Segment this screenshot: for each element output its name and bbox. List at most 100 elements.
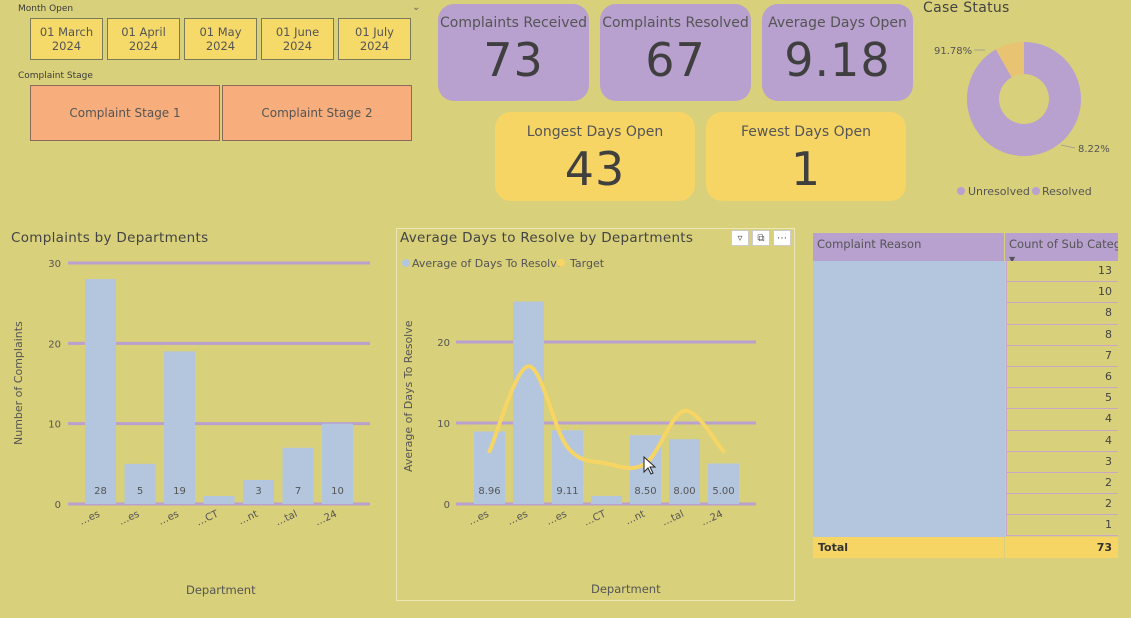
bar-data-label: 5.00 xyxy=(712,486,734,497)
kpi-complaints-resolved: Complaints Resolved 67 xyxy=(600,4,751,101)
kpi-value: 1 xyxy=(790,142,822,196)
month-button-june[interactable]: 01 June 2024 xyxy=(261,18,334,60)
table-row[interactable]: 13 xyxy=(1006,261,1118,283)
total-label: Total xyxy=(813,537,1005,558)
kpi-value: 67 xyxy=(645,33,706,87)
kpi-label: Complaints Received xyxy=(439,15,588,31)
kpi-complaints-received: Complaints Received 73 xyxy=(438,4,589,101)
legend-swatch-unresolved xyxy=(957,187,965,195)
legend-swatch-target xyxy=(557,259,565,267)
bar[interactable] xyxy=(124,463,156,504)
reason-column-cells xyxy=(813,261,1005,537)
avg-days-to-resolve-chart[interactable]: Average of Days To Resolve Target Averag… xyxy=(396,250,794,600)
x-tick-label: …tal xyxy=(274,509,299,529)
bar-data-label: 19 xyxy=(173,486,186,497)
x-tick-label: …es xyxy=(467,509,491,528)
stage-slicer: Complaint Stage 1 Complaint Stage 2 xyxy=(30,85,412,141)
x-tick-label: …es xyxy=(157,509,181,528)
table-row[interactable]: 5 xyxy=(1006,388,1118,410)
y-tick-label: 0 xyxy=(444,500,450,511)
y-tick-label: 30 xyxy=(48,259,61,270)
bar-data-label: 10 xyxy=(331,486,344,497)
bar-data-label: 8.50 xyxy=(634,486,656,497)
case-status-donut-chart[interactable]: 91.78% 8.22% Unresolved Resolved xyxy=(925,25,1125,205)
table-row[interactable]: 10 xyxy=(1006,282,1118,304)
donut-label-resolved: 8.22% xyxy=(1078,144,1110,155)
kpi-longest-days-open: Longest Days Open 43 xyxy=(495,112,695,201)
complaints-by-departments-chart[interactable]: Number of Complaints Department 0 10 20 30 2… xyxy=(0,250,390,610)
month-button-july[interactable]: 01 July 2024 xyxy=(338,18,411,60)
x-tick-label: …nt xyxy=(624,509,647,528)
complaint-reason-table: Complaint Reason Count of Sub Categ ▼ 13 1… xyxy=(813,233,1118,558)
y-axis-label: Number of Complaints xyxy=(12,321,25,445)
x-tick-label: …es xyxy=(545,509,569,528)
x-tick-label: …CT xyxy=(582,508,608,528)
month-slicer: 01 March 2024 01 April 2024 01 May 2024 01 … xyxy=(30,18,411,60)
x-tick-label: …24 xyxy=(700,509,725,529)
chart-title-avg-days-to-resolve: Average Days to Resolve by Departments xyxy=(400,230,694,246)
bar-data-label: 7 xyxy=(295,486,301,497)
y-tick-label: 20 xyxy=(48,339,61,350)
y-tick-label: 0 xyxy=(55,500,61,511)
x-tick-label: …es xyxy=(506,509,530,528)
table-row[interactable]: 7 xyxy=(1006,345,1118,367)
column-header-reason[interactable]: Complaint Reason xyxy=(813,233,1005,261)
bar[interactable] xyxy=(85,279,116,504)
legend-swatch-avg xyxy=(402,259,410,267)
chart-title-complaints-by-departments: Complaints by Departments xyxy=(11,230,209,246)
table-row[interactable]: 4 xyxy=(1006,430,1118,452)
month-button-april[interactable]: 01 April 2024 xyxy=(107,18,180,60)
table-row[interactable]: 8 xyxy=(1006,303,1118,325)
visual-header-toolbar: ▿ ⧉ ⋯ xyxy=(728,230,791,246)
focus-mode-icon[interactable]: ⧉ xyxy=(752,230,770,246)
table-row[interactable]: 3 xyxy=(1006,451,1118,473)
legend-avg-days: Average of Days To Resolve xyxy=(412,257,564,270)
x-tick-label: …tal xyxy=(660,509,685,529)
table-total-row: Total 73 xyxy=(813,537,1118,558)
bar[interactable] xyxy=(203,495,235,504)
y-tick-label: 10 xyxy=(48,420,61,431)
kpi-value: 43 xyxy=(564,142,626,196)
month-button-may[interactable]: 01 May 2024 xyxy=(184,18,257,60)
x-tick-label: …nt xyxy=(237,509,260,528)
kpi-value: 73 xyxy=(483,33,544,87)
table-row[interactable]: 8 xyxy=(1006,324,1118,346)
donut-label-unresolved: 91.78% xyxy=(934,46,972,57)
stage-button-2[interactable]: Complaint Stage 2 xyxy=(222,85,412,141)
more-options-icon[interactable]: ⋯ xyxy=(773,230,791,246)
y-tick-label: 10 xyxy=(437,419,450,430)
table-row[interactable]: 2 xyxy=(1006,472,1118,495)
bar-data-label: 3 xyxy=(255,486,261,497)
table-row[interactable]: 4 xyxy=(1006,409,1118,431)
legend-unresolved: Unresolved xyxy=(968,185,1030,198)
table-row[interactable]: 1 xyxy=(1006,515,1118,537)
bar[interactable] xyxy=(513,301,544,505)
bar[interactable] xyxy=(591,495,622,504)
table-row[interactable]: 2 xyxy=(1006,494,1118,516)
month-button-march[interactable]: 01 March 2024 xyxy=(30,18,103,60)
chevron-down-icon[interactable]: ⌄ xyxy=(412,2,420,13)
bar-data-label: 5 xyxy=(137,486,143,497)
column-header-count[interactable]: Count of Sub Categ ▼ xyxy=(1005,233,1118,261)
table-header: Complaint Reason Count of Sub Categ ▼ xyxy=(813,233,1118,261)
table-row[interactable]: 6 xyxy=(1006,366,1118,389)
bar-data-label: 9.11 xyxy=(556,486,578,497)
month-slicer-title: Month Open xyxy=(18,4,74,14)
stage-slicer-title: Complaint Stage xyxy=(18,71,93,81)
filter-icon[interactable]: ▿ xyxy=(731,230,749,246)
count-column-cells: 13 10 8 8 7 6 5 4 4 3 2 2 1 xyxy=(1006,261,1118,537)
kpi-label: Fewest Days Open xyxy=(741,124,871,140)
bar-data-label: 28 xyxy=(94,486,107,497)
kpi-label: Complaints Resolved xyxy=(602,15,749,31)
x-tick-label: …es xyxy=(117,509,141,528)
y-axis-label: Average of Days To Resolve xyxy=(402,320,415,472)
legend-target: Target xyxy=(569,257,605,270)
x-tick-label: …es xyxy=(78,509,102,528)
kpi-average-days-open: Average Days Open 9.18 xyxy=(762,4,913,101)
kpi-value: 9.18 xyxy=(784,33,891,87)
bar[interactable] xyxy=(708,463,739,505)
legend-swatch-resolved xyxy=(1032,187,1040,195)
kpi-label: Average Days Open xyxy=(768,15,907,31)
bar[interactable] xyxy=(164,351,195,504)
stage-button-1[interactable]: Complaint Stage 1 xyxy=(30,85,220,141)
